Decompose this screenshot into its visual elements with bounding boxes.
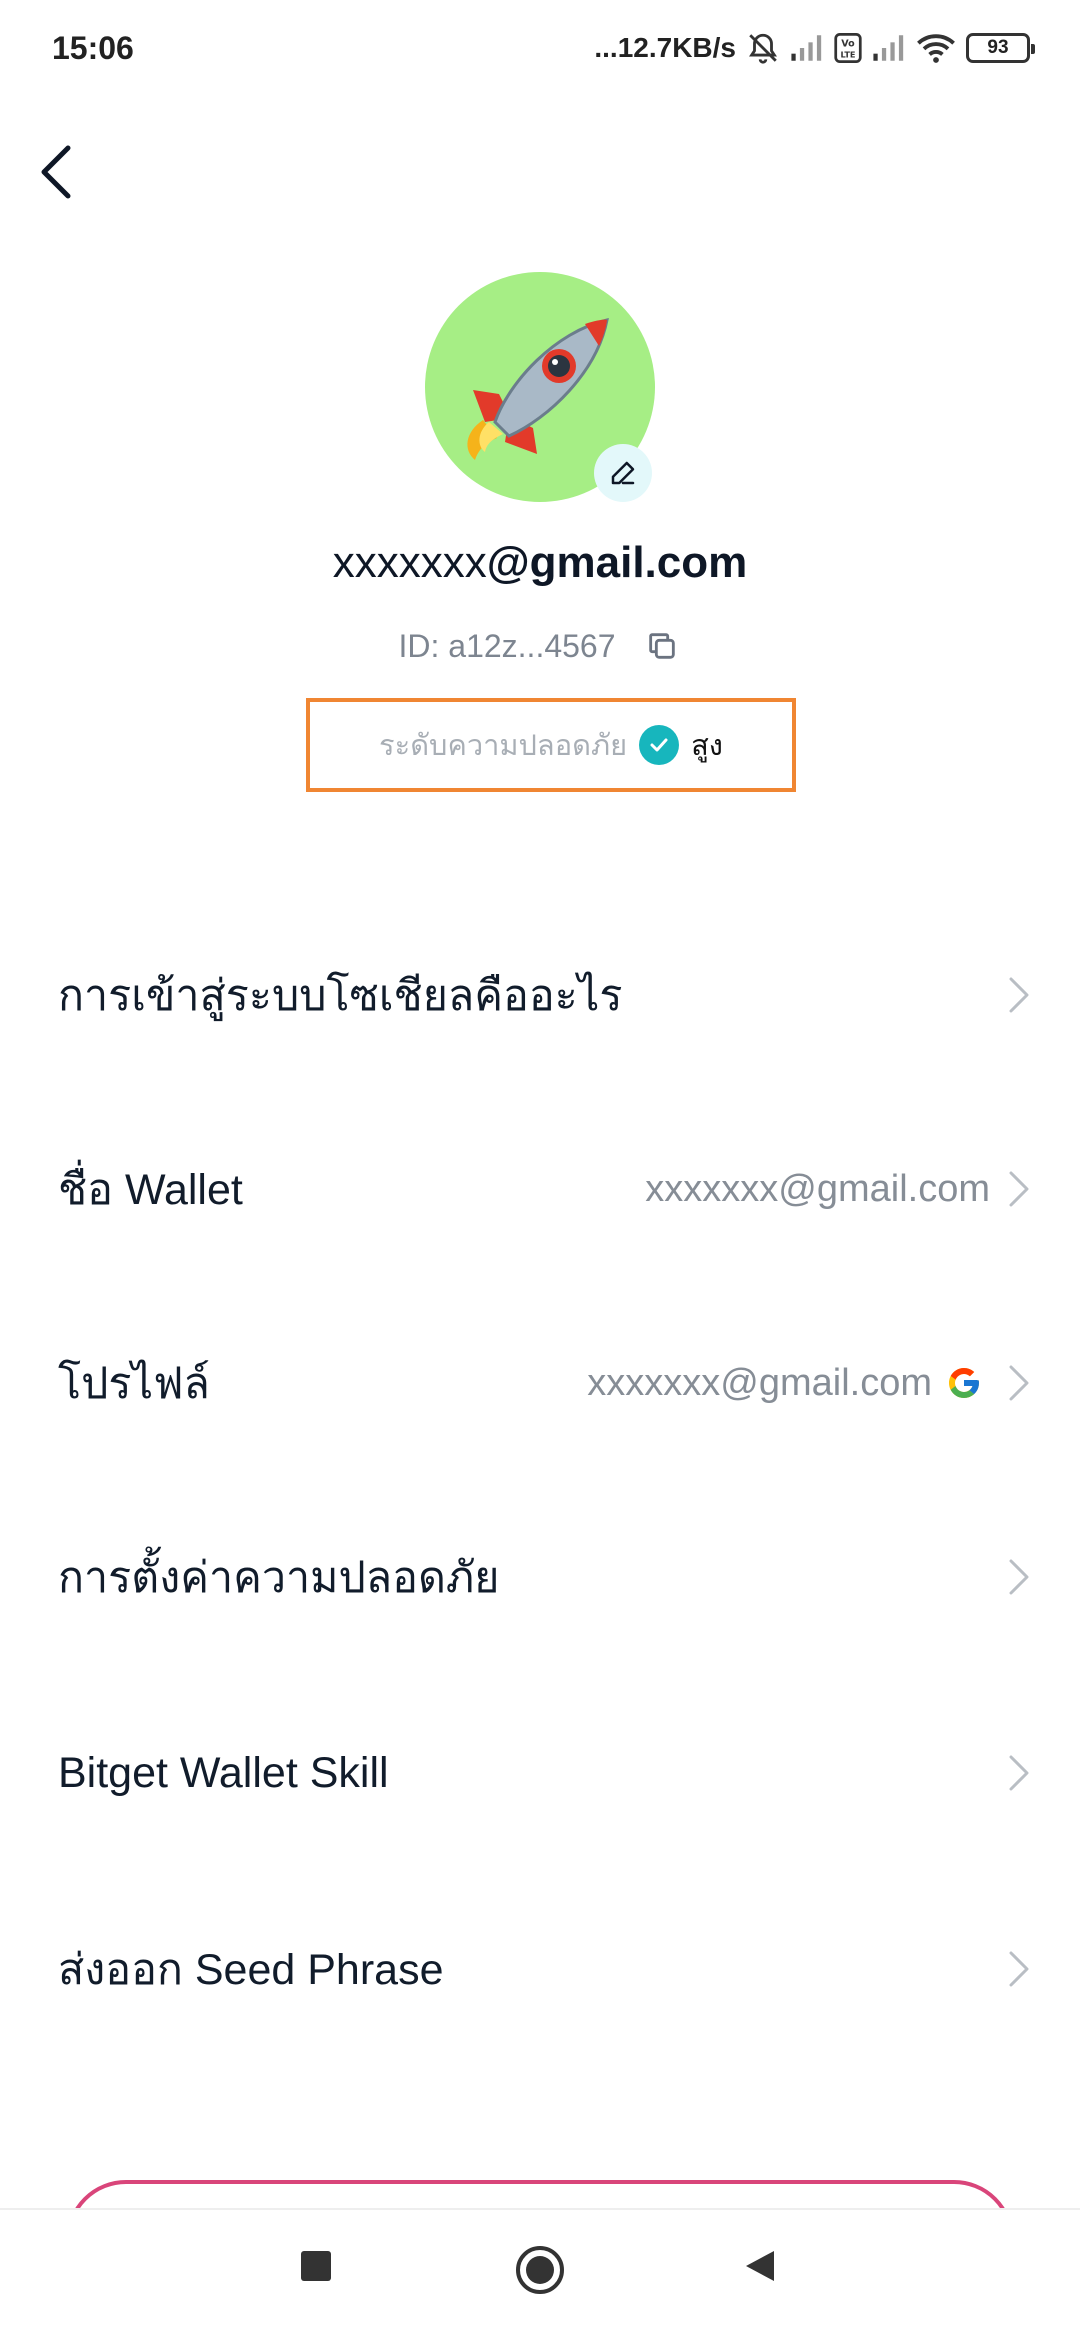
recents-square-icon	[301, 2251, 331, 2281]
status-icons: ...12.7KB/s Vo LTE 93	[594, 31, 1035, 65]
back-triangle-icon	[746, 2251, 774, 2281]
chevron-right-icon	[1004, 1557, 1034, 1597]
copy-icon	[648, 633, 675, 659]
home-circle-icon	[516, 2246, 564, 2294]
menu-item-security-settings[interactable]: การตั้งค่าความปลอดภัย	[0, 1502, 1080, 1652]
pencil-icon	[611, 461, 635, 485]
menu-item-export-seed-phrase[interactable]: ส่งออก Seed Phrase	[0, 1894, 1080, 2044]
security-level-badge: ระดับความปลอดภัย สูง	[306, 698, 796, 792]
menu-item-profile[interactable]: โปรไฟล์ xxxxxxx@gmail.com	[0, 1308, 1080, 1458]
menu-item-value: xxxxxxx@gmail.com	[645, 1167, 990, 1210]
back-button[interactable]	[28, 136, 84, 208]
chevron-right-icon	[1004, 1949, 1034, 1989]
back-nav-button[interactable]	[742, 2248, 778, 2284]
svg-text:LTE: LTE	[840, 50, 855, 60]
security-level-value: สูง	[691, 730, 723, 762]
wifi-icon	[916, 32, 956, 64]
menu-item-label: การตั้งค่าความปลอดภัย	[58, 1554, 500, 1602]
chevron-right-icon	[1004, 1363, 1034, 1403]
status-bar: 15:06 ...12.7KB/s Vo LTE 93	[0, 0, 1080, 96]
menu-item-social-login[interactable]: การเข้าสู่ระบบโซเชียลคืออะไร	[0, 920, 1080, 1070]
menu-item-label: Bitget Wallet Skill	[58, 1748, 389, 1797]
chevron-right-icon	[1004, 1753, 1034, 1793]
email-local-part: xxxxxxx	[332, 538, 487, 587]
status-time: 15:06	[52, 29, 134, 66]
chevron-left-icon	[41, 145, 71, 199]
account-id-row: ID: a12z...4567	[0, 626, 1080, 666]
menu-item-wallet-name[interactable]: ชื่อ Wallet xxxxxxx@gmail.com	[0, 1114, 1080, 1264]
volte-icon: Vo LTE	[834, 33, 862, 63]
chevron-right-icon	[1004, 1169, 1034, 1209]
network-speed: ...12.7KB/s	[594, 32, 736, 63]
id-value: a12z...4567	[448, 627, 616, 664]
id-label: ID:	[398, 627, 440, 664]
signal-icon	[790, 33, 824, 63]
menu-item-label: ชื่อ Wallet	[58, 1166, 243, 1214]
menu-item-label: โปรไฟล์	[58, 1360, 210, 1408]
google-icon	[946, 1365, 982, 1401]
menu-item-wallet-skill[interactable]: Bitget Wallet Skill	[0, 1698, 1080, 1848]
email-domain-part: @gmail.com	[486, 538, 748, 587]
menu-item-label: การเข้าสู่ระบบโซเชียลคืออะไร	[58, 972, 623, 1020]
menu-item-label: ส่งออก Seed Phrase	[58, 1946, 444, 1994]
account-email: xxxxxxx@gmail.com	[0, 538, 1080, 588]
edit-avatar-button[interactable]	[594, 444, 652, 502]
system-nav-bar	[0, 2208, 1080, 2340]
check-circle-icon	[639, 725, 680, 765]
copy-id-button[interactable]	[642, 626, 682, 666]
menu-item-value: xxxxxxx@gmail.com	[587, 1361, 932, 1404]
svg-text:Vo: Vo	[841, 39, 855, 50]
account-id: ID: a12z...4567	[398, 628, 615, 665]
battery-icon: 93	[966, 33, 1035, 63]
security-level-label: ระดับความปลอดภัย	[379, 730, 628, 762]
signal-icon	[872, 33, 906, 63]
mute-bell-icon	[746, 31, 780, 65]
screen: 15:06 ...12.7KB/s Vo LTE 93 xxxxxxx@gmai…	[0, 0, 1080, 2340]
home-button[interactable]	[514, 2244, 566, 2296]
chevron-right-icon	[1004, 975, 1034, 1015]
recents-button[interactable]	[298, 2248, 334, 2284]
